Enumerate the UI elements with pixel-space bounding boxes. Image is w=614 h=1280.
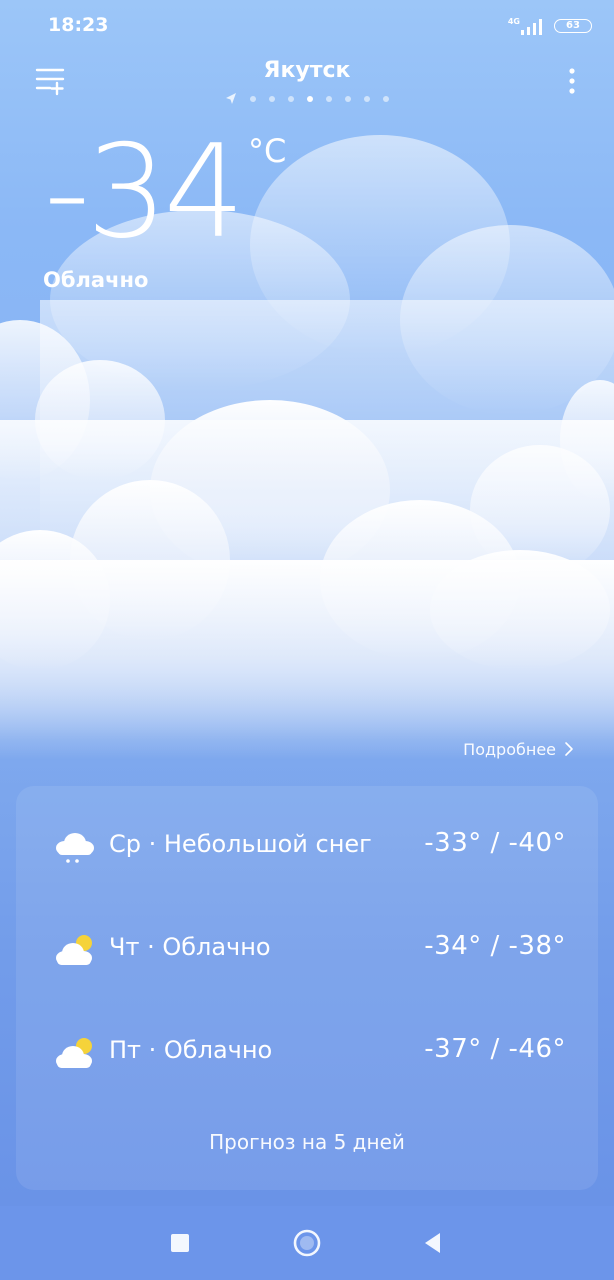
top-bar: Якутск: [0, 52, 614, 112]
network-label: 4G: [507, 17, 520, 26]
details-link-label: Подробнее: [463, 740, 556, 759]
forecast-temp-range: -37° / -46°: [424, 1034, 566, 1064]
page-dot: [269, 96, 275, 102]
current-condition: Облачно: [43, 268, 149, 292]
page-dot: [345, 96, 351, 102]
forecast-day-condition: Ср · Небольшой снег: [109, 830, 372, 858]
page-dot: [288, 96, 294, 102]
details-link[interactable]: Подробнее: [463, 740, 574, 759]
location-arrow-icon: [226, 93, 236, 104]
partly-cloudy-icon: [56, 1038, 92, 1068]
forecast-day-condition: Чт · Облачно: [109, 933, 271, 961]
signal-icon: [521, 19, 542, 35]
partly-cloudy-icon: [56, 935, 92, 965]
page-dot: [383, 96, 389, 102]
forecast-day-condition: Пт · Облачно: [109, 1036, 273, 1064]
chevron-right-icon: [565, 742, 573, 756]
status-time: 18:23: [48, 14, 109, 36]
page-dot-active: [307, 96, 313, 102]
snow-cloud-icon: [56, 833, 94, 863]
back-triangle-icon[interactable]: [418, 1228, 448, 1258]
more-options-icon[interactable]: [560, 66, 584, 96]
current-temperature: -34: [44, 118, 245, 267]
page-dot: [326, 96, 332, 102]
forecast-row[interactable]: Пт · Облачно -37° / -46°: [16, 1022, 598, 1082]
battery-indicator: 63: [554, 19, 592, 33]
navigation-bar: [0, 1206, 614, 1280]
forecast-temp-range: -33° / -40°: [424, 828, 566, 858]
five-day-forecast-button[interactable]: Прогноз на 5 дней: [16, 1130, 598, 1154]
page-dot: [250, 96, 256, 102]
forecast-row[interactable]: Чт · Облачно -34° / -38°: [16, 919, 598, 979]
status-indicators: 4G 63: [472, 17, 592, 37]
forecast-temp-range: -34° / -38°: [424, 931, 566, 961]
recent-apps-square-icon[interactable]: [165, 1228, 195, 1258]
forecast-card[interactable]: Ср · Небольшой снег -33° / -40° Чт · Обл…: [16, 786, 598, 1190]
weather-screen: 18:23 4G 63 Якутск -34 °C Облачно Подроб…: [0, 0, 614, 1280]
status-bar: 18:23 4G 63: [0, 0, 614, 52]
home-circle-icon[interactable]: [292, 1228, 322, 1258]
temperature-unit: °C: [248, 132, 287, 170]
city-title[interactable]: Якутск: [0, 58, 614, 83]
forecast-row[interactable]: Ср · Небольшой снег -33° / -40°: [16, 816, 598, 876]
current-temperature-block: -34 °C: [44, 118, 286, 267]
page-dot: [364, 96, 370, 102]
